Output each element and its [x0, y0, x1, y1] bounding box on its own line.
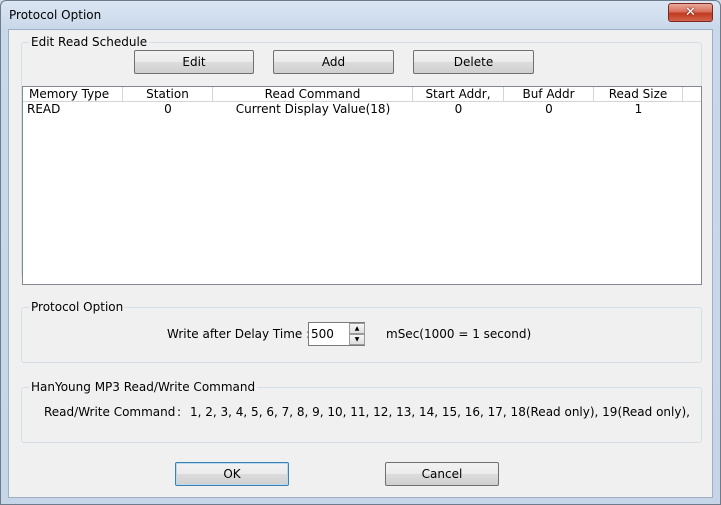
read-schedule-list[interactable]: Memory Type Station Read Command Start A…	[22, 86, 702, 285]
delete-button[interactable]: Delete	[413, 50, 534, 74]
hanyoung-command-group-label: HanYoung MP3 Read/Write Command	[29, 380, 258, 394]
dialog-client-area: Edit Read Schedule Edit Add Delete Memor…	[8, 29, 713, 498]
cell-station: 0	[164, 102, 172, 116]
delay-unit-label: mSec(1000 = 1 second)	[386, 327, 532, 341]
spin-up-button[interactable]: ▲	[349, 323, 365, 334]
cell-start-addr: 0	[454, 102, 463, 116]
column-header-read-size[interactable]: Read Size	[594, 87, 683, 102]
command-separator: :	[177, 405, 182, 419]
spin-down-button[interactable]: ▼	[349, 334, 365, 345]
protocol-option-dialog: Protocol Option ✕ Edit Read Schedule Edi…	[0, 0, 721, 505]
add-button[interactable]: Add	[273, 50, 394, 74]
protocol-option-group-label: Protocol Option	[29, 300, 126, 314]
column-header-station[interactable]: Station	[123, 87, 213, 102]
close-icon: ✕	[685, 5, 696, 20]
table-row[interactable]: READ 0 Current Display Value(18) 0 0 1	[23, 103, 701, 117]
column-header-start-addr[interactable]: Start Addr,	[413, 87, 504, 102]
list-header: Memory Type Station Read Command Start A…	[23, 87, 701, 102]
ok-button[interactable]: OK	[175, 462, 289, 486]
delay-time-input[interactable]	[311, 326, 347, 342]
command-label: Read/Write Command	[44, 405, 176, 419]
title-bar[interactable]: Protocol Option ✕	[1, 1, 720, 29]
edit-button[interactable]: Edit	[134, 50, 254, 74]
chevron-down-icon: ▼	[354, 335, 360, 343]
cell-read-size: 1	[634, 102, 643, 116]
column-header-buf-addr[interactable]: Buf Addr	[504, 87, 594, 102]
column-header-memory-type[interactable]: Memory Type	[23, 87, 123, 102]
chevron-up-icon: ▲	[354, 324, 360, 332]
cell-read-command: Current Display Value(18)	[235, 102, 391, 116]
edit-read-schedule-group-label: Edit Read Schedule	[29, 35, 150, 49]
delay-time-spinbox[interactable]: ▲ ▼	[308, 322, 365, 346]
column-header-read-command[interactable]: Read Command	[213, 87, 413, 102]
cancel-button[interactable]: Cancel	[385, 462, 499, 486]
delay-time-label: Write after Delay Time :	[167, 327, 311, 341]
cell-buf-addr: 0	[545, 102, 553, 116]
close-button[interactable]: ✕	[668, 3, 713, 22]
window-title: Protocol Option	[9, 8, 102, 22]
cell-memory-type: READ	[27, 102, 61, 116]
command-list: 1, 2, 3, 4, 5, 6, 7, 8, 9, 10, 11, 12, 1…	[190, 405, 690, 419]
